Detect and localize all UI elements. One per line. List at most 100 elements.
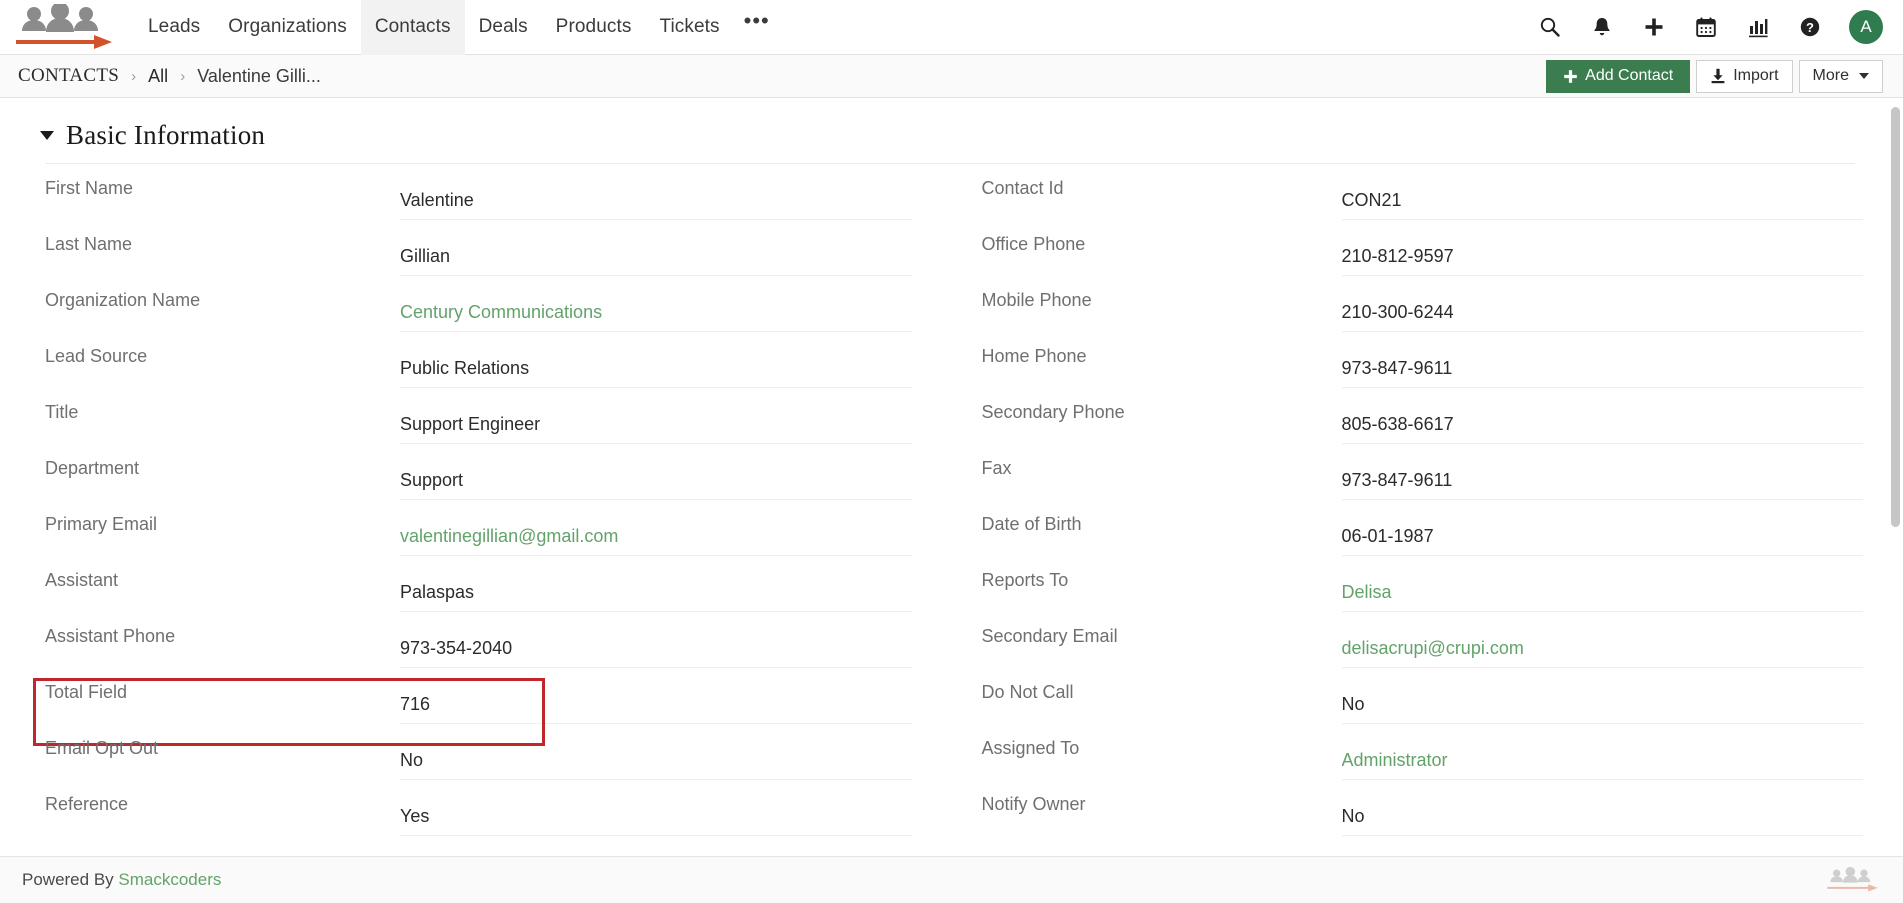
- field-row-reference: Reference Yes: [45, 788, 912, 844]
- scrollbar-thumb[interactable]: [1891, 107, 1900, 527]
- bell-icon[interactable]: [1589, 14, 1615, 40]
- plus-icon: [1563, 69, 1578, 84]
- more-actions-button[interactable]: More: [1799, 60, 1883, 93]
- help-icon[interactable]: ?: [1797, 14, 1823, 40]
- field-label: Assistant: [45, 564, 400, 591]
- breadcrumb-current-record[interactable]: Valentine Gilli...: [197, 66, 321, 87]
- field-value-last-name[interactable]: Gillian: [400, 228, 912, 276]
- field-label: Secondary Email: [982, 620, 1342, 647]
- powered-by-prefix: Powered By: [22, 870, 118, 889]
- basic-information-header[interactable]: Basic Information: [0, 98, 1903, 163]
- field-row-notify-owner: Notify Owner No: [982, 788, 1864, 844]
- field-row-home-phone: Home Phone 973-847-9611: [982, 340, 1864, 396]
- chevron-down-icon: [1859, 73, 1869, 79]
- field-value-lead-source[interactable]: Public Relations: [400, 340, 912, 388]
- field-row-lead-source: Lead Source Public Relations: [45, 340, 912, 396]
- field-value-assistant[interactable]: Palaspas: [400, 564, 912, 612]
- field-row-last-name: Last Name Gillian: [45, 228, 912, 284]
- field-value-assigned-to[interactable]: Administrator: [1342, 732, 1864, 780]
- field-label: Do Not Call: [982, 676, 1342, 703]
- field-label: Secondary Phone: [982, 396, 1342, 423]
- field-value-title[interactable]: Support Engineer: [400, 396, 912, 444]
- nav-item-leads[interactable]: Leads: [134, 0, 214, 55]
- field-label: Assigned To: [982, 732, 1342, 759]
- field-value-organization-name[interactable]: Century Communications: [400, 284, 912, 332]
- crm-people-logo[interactable]: [8, 4, 126, 50]
- field-label: Organization Name: [45, 284, 400, 311]
- field-value-notify-owner[interactable]: No: [1342, 788, 1864, 836]
- field-value-office-phone[interactable]: 210-812-9597: [1342, 228, 1864, 276]
- field-row-total-field: Total Field 716: [45, 676, 912, 732]
- record-detail-panel: Basic Information First Name Valentine L…: [0, 98, 1903, 856]
- field-row-contact-id: Contact Id CON21: [982, 172, 1864, 228]
- field-value-do-not-call[interactable]: No: [1342, 676, 1864, 724]
- field-value-secondary-phone[interactable]: 805-638-6617: [1342, 396, 1864, 444]
- field-label: Last Name: [45, 228, 400, 255]
- breadcrumb-all[interactable]: All: [148, 66, 168, 87]
- page-footer: Powered By Smackcoders: [0, 856, 1903, 903]
- svg-text:?: ?: [1806, 20, 1814, 35]
- field-label: Fax: [982, 452, 1342, 479]
- analytics-icon[interactable]: [1745, 14, 1771, 40]
- breadcrumb-bar: CONTACTS › All › Valentine Gilli... Add …: [0, 55, 1903, 98]
- smackcoders-link[interactable]: Smackcoders: [118, 870, 221, 889]
- field-row-office-phone: Office Phone 210-812-9597: [982, 228, 1864, 284]
- field-value-home-phone[interactable]: 973-847-9611: [1342, 340, 1864, 388]
- field-row-primary-email: Primary Email valentinegillian@gmail.com: [45, 508, 912, 564]
- field-label: First Name: [45, 172, 400, 199]
- field-value-primary-email[interactable]: valentinegillian@gmail.com: [400, 508, 912, 556]
- field-value-contact-id[interactable]: CON21: [1342, 172, 1864, 220]
- breadcrumb-separator-1: ›: [131, 68, 136, 85]
- section-title: Basic Information: [66, 120, 265, 151]
- field-value-reports-to[interactable]: Delisa: [1342, 564, 1864, 612]
- field-label: Contact Id: [982, 172, 1342, 199]
- field-row-date-of-birth: Date of Birth 06-01-1987: [982, 508, 1864, 564]
- field-row-title: Title Support Engineer: [45, 396, 912, 452]
- field-label: Notify Owner: [982, 788, 1342, 815]
- nav-utility-icons: ? A: [1537, 10, 1903, 44]
- field-label: Title: [45, 396, 400, 423]
- field-label: Email Opt Out: [45, 732, 400, 759]
- field-value-reference[interactable]: Yes: [400, 788, 912, 836]
- more-actions-label: More: [1813, 67, 1849, 85]
- fields-grid: First Name Valentine Last Name Gillian O…: [0, 164, 1903, 844]
- field-row-reports-to: Reports To Delisa: [982, 564, 1864, 620]
- nav-item-tickets[interactable]: Tickets: [645, 0, 733, 55]
- import-button[interactable]: Import: [1696, 60, 1792, 93]
- field-row-fax: Fax 973-847-9611: [982, 452, 1864, 508]
- calendar-icon[interactable]: [1693, 14, 1719, 40]
- search-icon[interactable]: [1537, 14, 1563, 40]
- field-value-mobile-phone[interactable]: 210-300-6244: [1342, 284, 1864, 332]
- field-value-fax[interactable]: 973-847-9611: [1342, 452, 1864, 500]
- field-label: Home Phone: [982, 340, 1342, 367]
- field-value-total-field[interactable]: 716: [400, 676, 912, 724]
- breadcrumb-root[interactable]: CONTACTS: [18, 65, 119, 87]
- nav-item-contacts[interactable]: Contacts: [361, 0, 465, 55]
- user-avatar[interactable]: A: [1849, 10, 1883, 44]
- nav-item-deals[interactable]: Deals: [465, 0, 542, 55]
- field-value-secondary-email[interactable]: delisacrupi@crupi.com: [1342, 620, 1864, 668]
- field-value-department[interactable]: Support: [400, 452, 912, 500]
- field-label: Lead Source: [45, 340, 400, 367]
- powered-by-text: Powered By Smackcoders: [22, 870, 221, 890]
- nav-item-organizations[interactable]: Organizations: [214, 0, 361, 55]
- add-contact-label: Add Contact: [1585, 67, 1673, 85]
- field-row-do-not-call: Do Not Call No: [982, 676, 1864, 732]
- top-navigation-bar: Leads Organizations Contacts Deals Produ…: [0, 0, 1903, 55]
- field-value-assistant-phone[interactable]: 973-354-2040: [400, 620, 912, 668]
- collapse-triangle-icon[interactable]: [40, 131, 54, 140]
- field-row-assistant: Assistant Palaspas: [45, 564, 912, 620]
- field-row-department: Department Support: [45, 452, 912, 508]
- field-value-date-of-birth[interactable]: 06-01-1987: [1342, 508, 1864, 556]
- nav-item-products[interactable]: Products: [542, 0, 646, 55]
- field-value-first-name[interactable]: Valentine: [400, 172, 912, 220]
- import-label: Import: [1733, 67, 1778, 85]
- nav-overflow-menu-icon[interactable]: •••: [734, 0, 780, 55]
- field-row-secondary-phone: Secondary Phone 805-638-6617: [982, 396, 1864, 452]
- add-contact-button[interactable]: Add Contact: [1546, 60, 1690, 93]
- field-row-organization-name: Organization Name Century Communications: [45, 284, 912, 340]
- plus-icon[interactable]: [1641, 14, 1667, 40]
- field-row-mobile-phone: Mobile Phone 210-300-6244: [982, 284, 1864, 340]
- vertical-scrollbar[interactable]: [1890, 99, 1901, 856]
- field-value-email-opt-out[interactable]: No: [400, 732, 912, 780]
